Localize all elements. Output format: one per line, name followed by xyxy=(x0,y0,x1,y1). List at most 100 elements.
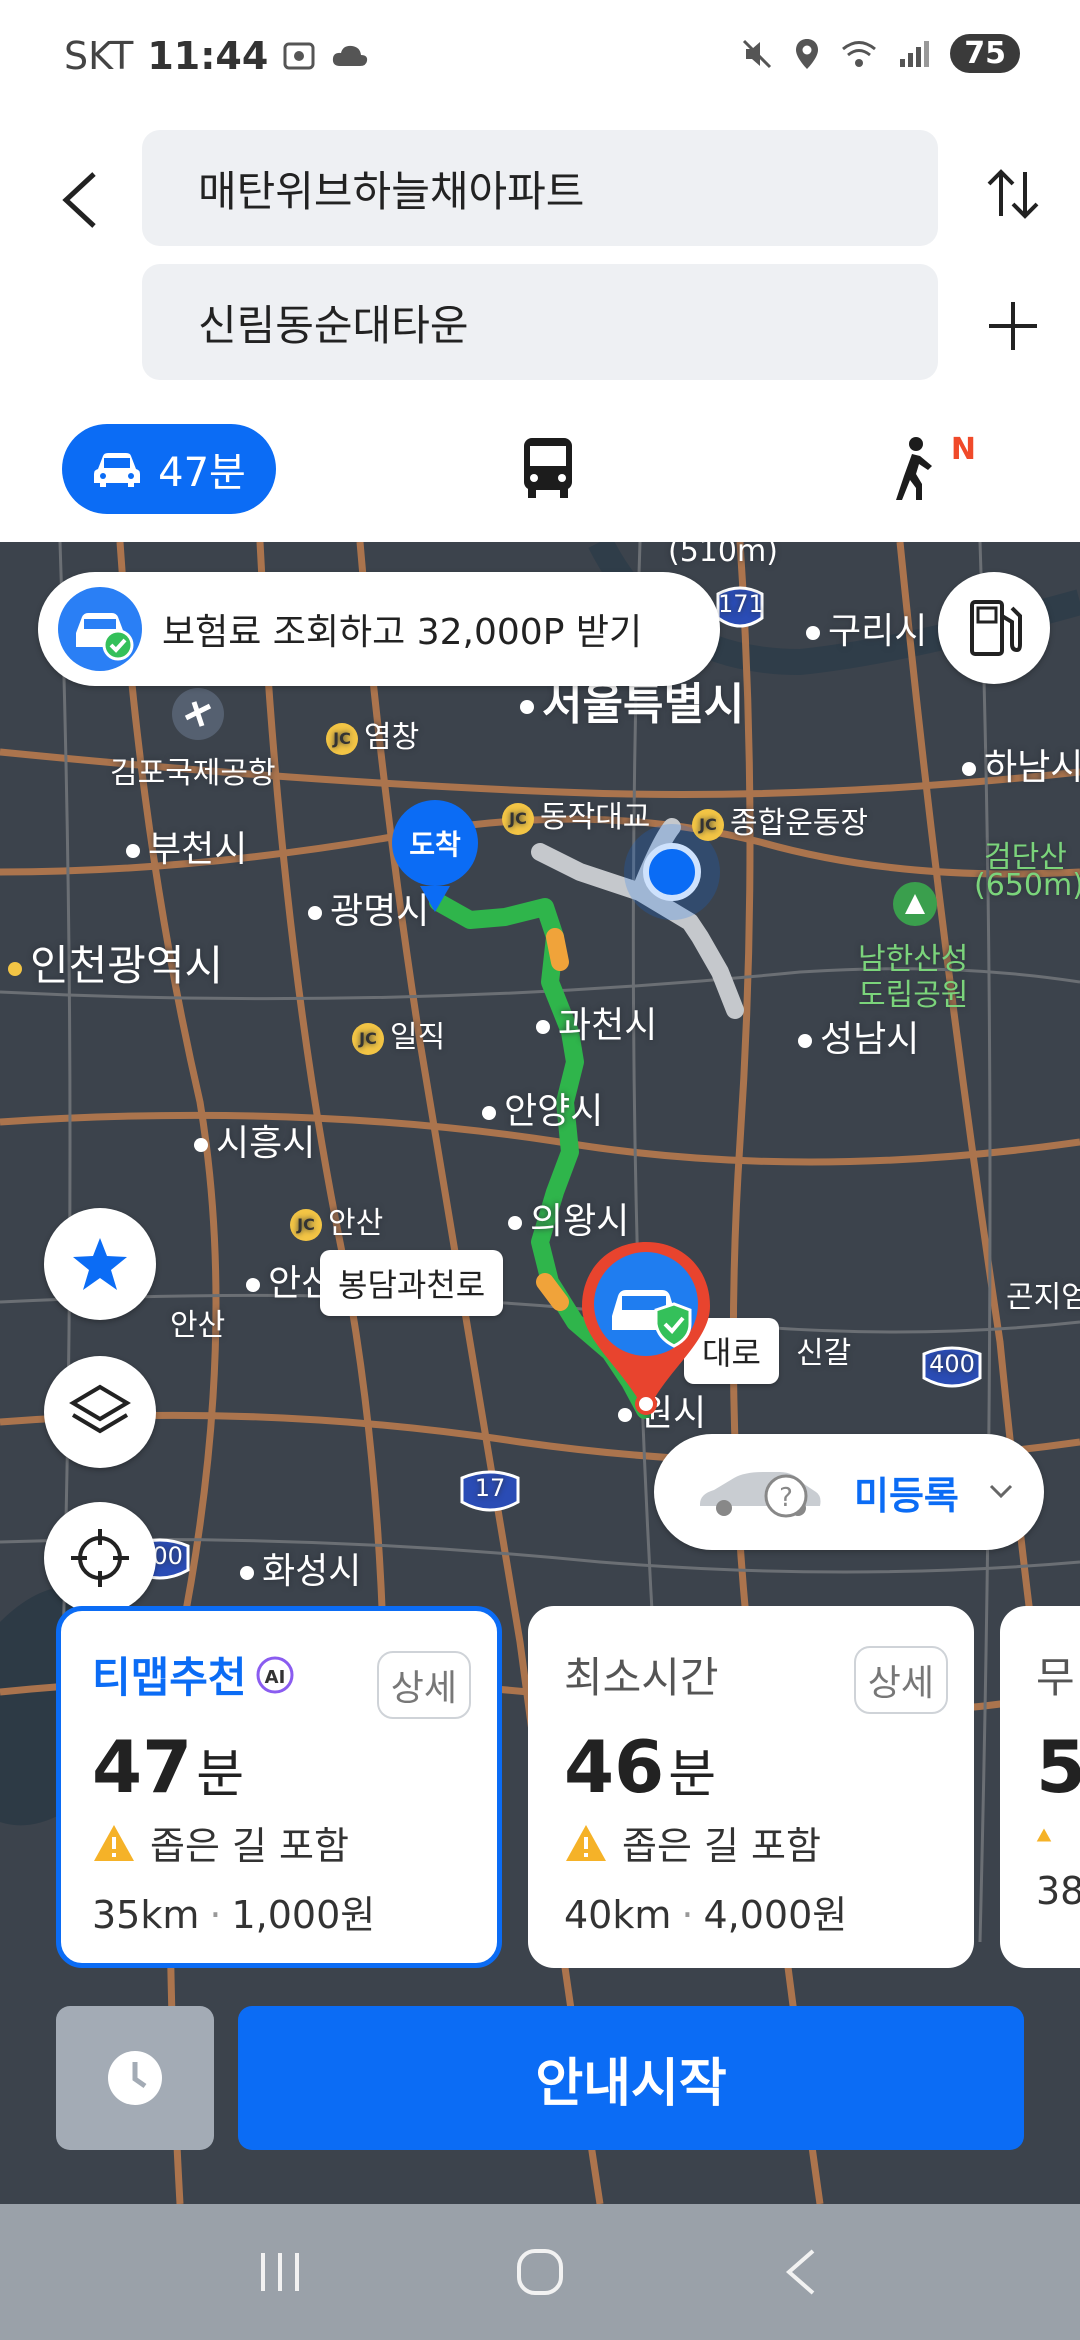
home-icon xyxy=(517,2249,563,2295)
star-icon xyxy=(73,1238,127,1290)
clock-icon xyxy=(108,2051,162,2105)
walking-person-icon xyxy=(896,437,932,500)
departure-time-button[interactable] xyxy=(56,2006,214,2150)
route-card-free[interactable]: 무 5 38 xyxy=(1000,1606,1080,1968)
car-shield-pin-icon xyxy=(582,1242,710,1415)
status-right: 75 xyxy=(740,34,1020,73)
status-time: 11:44 xyxy=(147,34,269,78)
arrival-label: 도착 xyxy=(392,800,478,886)
map-label-iljik: JC 일직 xyxy=(352,1012,445,1056)
chevron-left-icon xyxy=(62,172,96,228)
recent-apps-icon xyxy=(261,2253,299,2291)
signal-icon xyxy=(900,40,930,67)
route-stats: 35km · 1,000원 xyxy=(92,1893,376,1937)
insurance-banner[interactable]: 보험료 조회하고 32,000P 받기 xyxy=(38,572,720,686)
map-label-geomdansan-height: (650m) xyxy=(974,868,1080,903)
route-search-panel: 매탄위브하늘채아파트 신림동순대타운 47분 N xyxy=(0,118,1080,542)
warning-icon xyxy=(94,1824,134,1861)
chevron-down-icon xyxy=(989,1484,1012,1499)
svg-text:AI: AI xyxy=(264,1667,285,1688)
system-nav-bar xyxy=(0,2204,1080,2340)
mode-bus-tab[interactable] xyxy=(520,436,590,506)
car-icon xyxy=(94,453,141,487)
back-arrow-icon xyxy=(785,2249,815,2295)
map-label-siheung: 시흥시 xyxy=(194,1114,315,1166)
map-label-gimpo-airport: 김포국제공항 xyxy=(110,756,276,791)
vehicle-marker[interactable] xyxy=(576,1238,716,1418)
status-bar: SKT 11:44 75 xyxy=(0,0,1080,118)
map-layers-button[interactable] xyxy=(44,1356,156,1468)
wifi-icon xyxy=(842,40,877,67)
status-left: SKT 11:44 xyxy=(64,34,370,78)
map-label-hanam: 하남시 xyxy=(962,738,1080,790)
map-label-height-top: (510m) xyxy=(668,542,778,569)
map-label-hwaseong: 화성시 xyxy=(240,1542,361,1594)
swap-button[interactable] xyxy=(978,154,1048,234)
start-navigation-button[interactable]: 안내시작 xyxy=(238,2006,1024,2150)
route-stats: 40km · 4,000원 xyxy=(564,1893,848,1937)
add-waypoint-button[interactable] xyxy=(978,286,1048,366)
map-label-gonjiam: 곤지엄 xyxy=(1006,1280,1080,1315)
route-warning: 좁은 길 포함 xyxy=(92,1815,474,1870)
map-label-namhansanseong-2: 도립공원 xyxy=(858,978,969,1013)
recent-apps-button[interactable] xyxy=(245,2237,315,2307)
route-warning: 좁은 길 포함 xyxy=(564,1815,946,1870)
cloud-icon xyxy=(333,45,368,66)
origin-field[interactable]: 매탄위브하늘채아파트 xyxy=(142,130,938,246)
map-label-sports-complex: JC 종합운동장 xyxy=(692,798,868,842)
map-label-incheon: 인천광역시 xyxy=(8,932,223,993)
shield-171: 171 xyxy=(718,590,764,618)
map-label-ansan-2: 안산 xyxy=(170,1308,226,1343)
route-warning xyxy=(1036,1815,1052,1855)
new-badge: N xyxy=(950,432,976,467)
map-label-anyang: 안양시 xyxy=(482,1082,603,1134)
shield-400-east: 400 xyxy=(929,1350,975,1378)
map-label-guri: 구리시 xyxy=(806,602,927,654)
vehicle-type-selector[interactable]: ? 미등록 xyxy=(654,1434,1044,1550)
road-name-tag: 봉담과천로 xyxy=(320,1250,504,1316)
crosshair-icon xyxy=(71,1529,129,1587)
nav-back-button[interactable] xyxy=(765,2237,835,2307)
map-label-uiwang: 의왕시 xyxy=(508,1192,629,1244)
carrier-label: SKT xyxy=(64,34,134,78)
screenshot-icon xyxy=(283,42,315,70)
plus-icon xyxy=(989,302,1037,350)
route-eta: 47분 xyxy=(92,1725,245,1809)
fuel-pump-icon xyxy=(970,600,1022,656)
route-detail-button[interactable]: 상세 xyxy=(376,1651,471,1719)
route-detail-button[interactable]: 상세 xyxy=(853,1646,948,1714)
insurance-banner-text: 보험료 조회하고 32,000P 받기 xyxy=(162,612,643,653)
warning-icon xyxy=(566,1824,606,1861)
route-title: 무 xyxy=(1036,1653,1075,1702)
arrival-marker[interactable]: 도착 xyxy=(392,800,478,912)
map-label-gwacheon: 과천시 xyxy=(536,996,657,1048)
home-button[interactable] xyxy=(505,2237,575,2307)
mode-car-tab[interactable]: 47분 xyxy=(62,424,276,514)
destination-field[interactable]: 신림동순대타운 xyxy=(142,264,938,380)
route-card-recommended[interactable]: 티맵추천 AI 상세 47분 좁은 길 포함 35km · 1,000원 xyxy=(56,1606,502,1968)
bus-icon xyxy=(524,438,572,498)
mute-icon xyxy=(743,39,772,68)
favorites-button[interactable] xyxy=(44,1208,156,1320)
mode-walk-tab[interactable]: N xyxy=(888,432,978,506)
vehicle-status-label: 미등록 xyxy=(854,1473,959,1518)
layers-icon xyxy=(69,1384,131,1434)
map-label-bucheon: 부천시 xyxy=(126,820,247,872)
route-stats: 38 xyxy=(1036,1869,1080,1913)
swap-arrows-icon xyxy=(987,169,1039,219)
map-label-seongnam: 성남시 xyxy=(798,1010,919,1062)
route-eta: 5 xyxy=(1036,1725,1080,1809)
map-label-dongjak: JC 동작대교 xyxy=(502,792,650,836)
back-button[interactable] xyxy=(50,160,110,240)
car-eta-label: 47분 xyxy=(158,450,246,496)
insurance-car-icon xyxy=(58,587,142,671)
my-location-button[interactable] xyxy=(44,1502,156,1614)
gas-station-button[interactable] xyxy=(938,572,1050,684)
route-card-fastest[interactable]: 최소시간 상세 46분 좁은 길 포함 40km · 4,000원 xyxy=(528,1606,974,1968)
svg-text:?: ? xyxy=(779,1483,793,1513)
map-label-yeomchang: JC 염창 xyxy=(326,712,419,756)
map-label-singal: 신갈 xyxy=(796,1336,852,1371)
shield-17: 17 xyxy=(474,1474,506,1502)
route-eta: 46분 xyxy=(564,1725,717,1809)
car-question-icon: ? xyxy=(700,1472,821,1518)
